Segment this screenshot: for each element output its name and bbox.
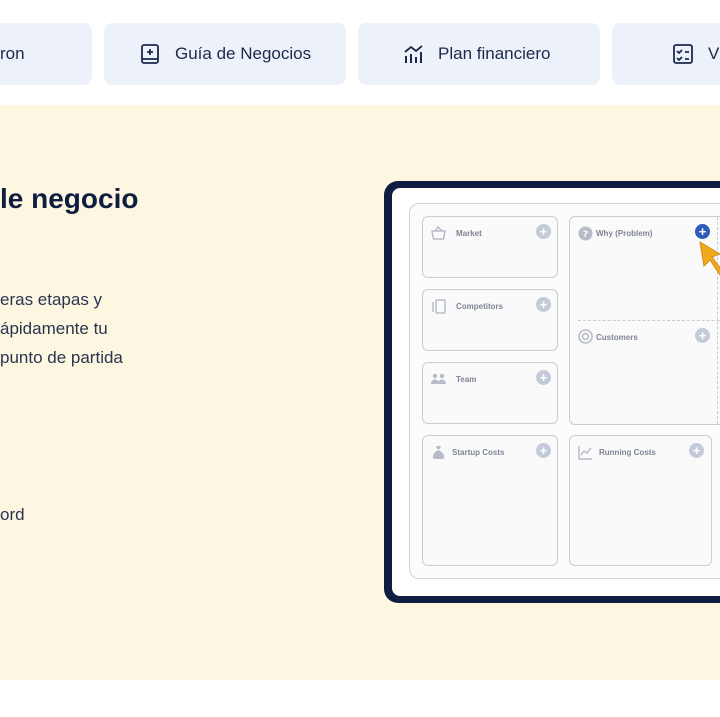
tab-business-guide[interactable]: Guía de Negocios (104, 23, 346, 85)
tab-label: ron (0, 44, 25, 63)
hero-line: eras etapas y (0, 290, 103, 309)
top-tab-bar: ron Guía de Negocios Plan financiero V (0, 0, 720, 105)
tab-label: Guía de Negocios (175, 44, 312, 63)
tab-financial-plan[interactable]: Plan financiero (358, 23, 600, 85)
target-icon (577, 328, 594, 345)
bar-chart-icon (402, 43, 424, 65)
device-frame: Market + Competitors + Team + Startup Co… (384, 181, 720, 603)
card-label: Customers (596, 333, 638, 342)
hero-line: punto de partida (0, 348, 123, 367)
cards-icon (430, 298, 447, 315)
add-icon[interactable]: + (536, 443, 551, 458)
team-icon (430, 371, 447, 388)
card-label: Team (456, 375, 477, 384)
card-label: Running Costs (599, 448, 656, 457)
card-team[interactable]: Team + (422, 362, 558, 424)
card-label: Competitors (456, 302, 504, 311)
book-plus-icon (139, 43, 161, 65)
hero-line: ápidamente tu (0, 319, 108, 338)
card-market[interactable]: Market + (422, 216, 558, 278)
tab-label: V (708, 44, 720, 63)
card-label: Market (456, 229, 482, 238)
cursor-pointer-icon (699, 241, 720, 276)
hero-section: le negocio eras etapas y ápidamente tu p… (0, 105, 720, 680)
line-chart-icon (577, 444, 594, 461)
card-competitors[interactable]: Competitors + (422, 289, 558, 351)
add-icon[interactable]: + (695, 328, 710, 343)
hero-title: le negocio (0, 183, 139, 214)
hero-description: eras etapas y ápidamente tu punto de par… (0, 285, 123, 372)
svg-text:?: ? (583, 230, 588, 240)
canvas-screen: Market + Competitors + Team + Startup Co… (392, 188, 720, 596)
card-running-costs[interactable]: Running Costs + (569, 435, 712, 566)
business-canvas: Market + Competitors + Team + Startup Co… (409, 203, 720, 579)
tab-partial[interactable]: ron (0, 23, 92, 85)
basket-icon (430, 225, 447, 242)
add-icon[interactable]: + (689, 443, 704, 458)
card-startup-costs[interactable]: Startup Costs + (422, 435, 558, 566)
tab-checklist[interactable]: V (612, 23, 720, 85)
question-icon: ? (577, 225, 594, 242)
footer-band (0, 680, 720, 717)
card-label: Why (Problem) (596, 229, 653, 238)
hero-word: ord (0, 505, 25, 524)
divider (578, 320, 720, 321)
add-icon[interactable]: + (536, 297, 551, 312)
add-icon[interactable]: + (536, 224, 551, 239)
card-label: Startup Costs (452, 448, 505, 457)
checklist-icon (672, 43, 694, 65)
add-icon[interactable]: + (695, 224, 710, 239)
money-bag-icon (430, 444, 447, 461)
add-icon[interactable]: + (536, 370, 551, 385)
tab-label: Plan financiero (438, 44, 551, 63)
